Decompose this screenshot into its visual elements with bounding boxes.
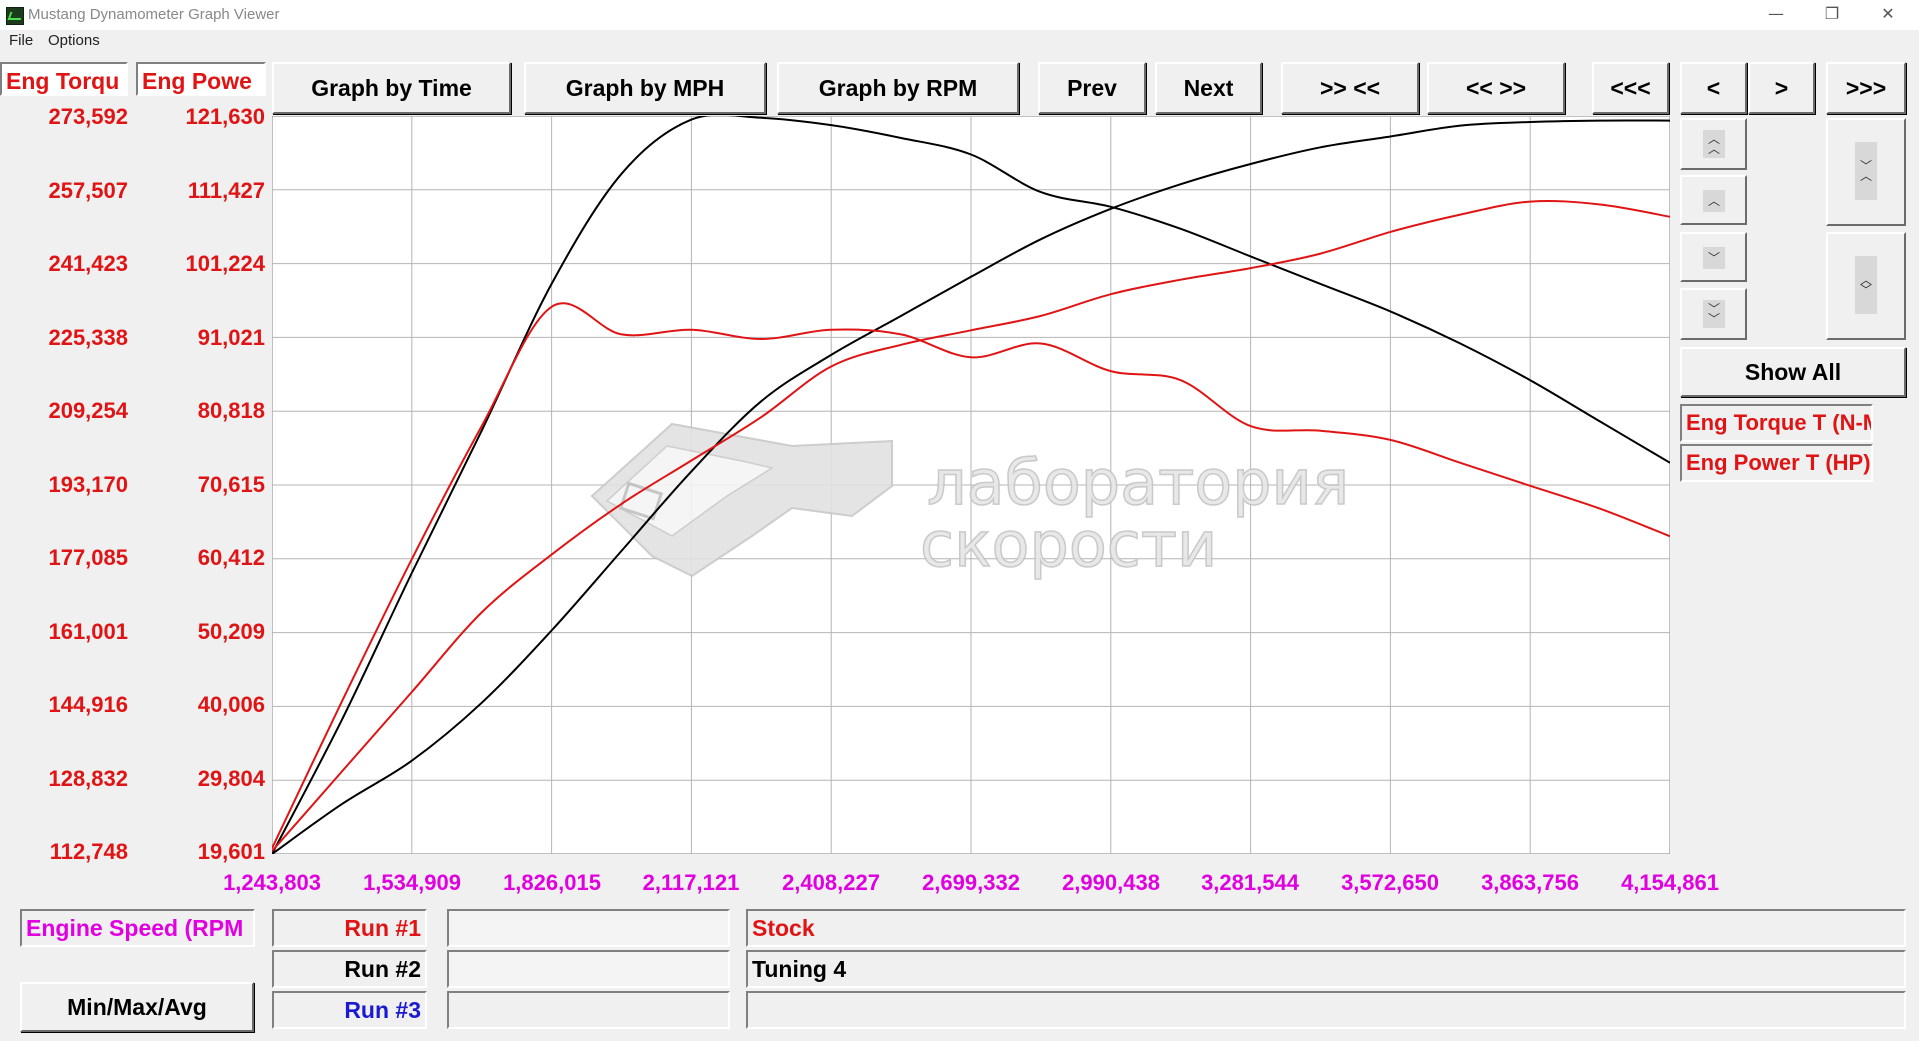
power-tick: 19,601: [197, 839, 265, 864]
torque-tick: 209,254: [48, 398, 128, 423]
run-1-label-text: Run #1: [344, 915, 421, 941]
rpm-tick: 2,408,227: [782, 870, 880, 895]
rpm-tick: 4,154,861: [1621, 870, 1719, 895]
menu-file[interactable]: File: [9, 32, 33, 49]
collapse-vertical-icon: ﹀ ︿: [1855, 142, 1877, 200]
run-2-name: Tuning 4: [752, 956, 847, 982]
legend-power[interactable]: Eng Power T (HP): [1680, 444, 1873, 482]
expand-vertical-icon: ︿ ﹀: [1855, 256, 1877, 314]
run-1-name: Stock: [752, 915, 815, 941]
rpm-tick: 1,243,803: [223, 870, 321, 895]
torque-tick: 241,423: [48, 251, 128, 276]
run-2-label: Run #2: [272, 950, 427, 988]
torque-tick: 144,916: [48, 692, 128, 717]
rpm-tick: 3,863,756: [1481, 870, 1579, 895]
window-title: Mustang Dynamometer Graph Viewer: [28, 6, 280, 23]
rpm-tick: 2,699,332: [922, 870, 1020, 895]
menu-bar: File Options: [0, 30, 1919, 52]
rpm-tick: 3,281,544: [1201, 870, 1299, 895]
run-1-name-field[interactable]: Stock: [746, 909, 1906, 947]
minimize-button[interactable]: —: [1748, 0, 1804, 30]
power-tick: 70,615: [197, 472, 265, 497]
power-tick: 91,021: [197, 325, 265, 350]
run-3-name-field[interactable]: [746, 991, 1906, 1029]
power-tick: 50,209: [197, 619, 265, 644]
scroll-forward-button[interactable]: >: [1748, 62, 1815, 114]
torque-tick: 225,338: [48, 325, 128, 350]
run-2-name-field[interactable]: Tuning 4: [746, 950, 1906, 988]
run-3-label: Run #3: [272, 991, 427, 1029]
zoom-y-in-button[interactable]: ﹀ ︿: [1826, 118, 1906, 226]
close-button[interactable]: ✕: [1860, 0, 1916, 30]
chevron-down-icon: ﹀: [1703, 247, 1725, 269]
graph-by-rpm-button[interactable]: Graph by RPM: [777, 62, 1019, 114]
app-chart-icon: [6, 7, 24, 25]
graph-by-mph-button[interactable]: Graph by MPH: [524, 62, 766, 114]
scroll-first-button[interactable]: <<<: [1592, 62, 1669, 114]
double-chevron-down-icon: ﹀ ﹀: [1703, 300, 1725, 328]
run-1-file-field[interactable]: [447, 909, 730, 947]
torque-tick: 257,507: [48, 178, 128, 203]
zoom-in-button[interactable]: >> <<: [1281, 62, 1419, 114]
run-3-label-text: Run #3: [344, 997, 421, 1023]
run-3-file-field[interactable]: [447, 991, 730, 1029]
scroll-up-fast-button[interactable]: ︿ ︿: [1680, 118, 1747, 170]
scroll-up-button[interactable]: ︿: [1680, 175, 1747, 225]
power-tick: 80,818: [197, 398, 265, 423]
next-button[interactable]: Next: [1155, 62, 1262, 114]
dyno-graph[interactable]: лаборатория скорости: [272, 116, 1670, 854]
menu-options[interactable]: Options: [48, 32, 100, 49]
restore-button[interactable]: ❐: [1804, 0, 1860, 30]
min-max-avg-button[interactable]: Min/Max/Avg: [20, 982, 254, 1032]
power-tick: 121,630: [185, 104, 265, 129]
double-chevron-up-icon: ︿ ︿: [1703, 130, 1725, 158]
power-tick: 29,804: [197, 766, 265, 791]
torque-axis-header[interactable]: Eng Torqu: [0, 62, 128, 96]
torque-tick: 161,001: [48, 619, 128, 644]
power-tick: 60,412: [197, 545, 265, 570]
chevron-up-icon: ︿: [1703, 190, 1725, 212]
run-2-file-field[interactable]: [447, 950, 730, 988]
power-tick: 111,427: [187, 178, 265, 203]
rpm-tick: 2,990,438: [1062, 870, 1160, 895]
power-tick: 101,224: [185, 251, 265, 276]
torque-tick: 112,748: [49, 839, 128, 864]
zoom-y-out-button[interactable]: ︿ ﹀: [1826, 232, 1906, 340]
torque-tick: 128,832: [48, 766, 128, 791]
run-1-label: Run #1: [272, 909, 427, 947]
rpm-tick: 3,572,650: [1341, 870, 1439, 895]
show-all-button[interactable]: Show All: [1680, 347, 1906, 397]
graph-by-time-button[interactable]: Graph by Time: [272, 62, 511, 114]
title-bar: Mustang Dynamometer Graph Viewer — ❐ ✕: [0, 0, 1919, 30]
prev-button[interactable]: Prev: [1038, 62, 1146, 114]
rpm-tick: 2,117,121: [642, 870, 740, 895]
torque-tick: 273,592: [48, 104, 128, 129]
rpm-tick: 1,534,909: [363, 870, 461, 895]
legend-torque[interactable]: Eng Torque T (N-M: [1680, 404, 1873, 442]
scroll-down-button[interactable]: ﹀: [1680, 232, 1747, 282]
x-axis-selector[interactable]: Engine Speed (RPM: [20, 909, 255, 947]
torque-tick: 177,085: [48, 545, 128, 570]
rpm-tick: 1,826,015: [503, 870, 601, 895]
run-2-label-text: Run #2: [344, 956, 421, 982]
zoom-out-button[interactable]: << >>: [1427, 62, 1565, 114]
power-tick: 40,006: [197, 692, 265, 717]
power-axis-header[interactable]: Eng Powe: [136, 62, 266, 96]
scroll-last-button[interactable]: >>>: [1826, 62, 1906, 114]
watermark-line2: скорости: [920, 508, 1217, 581]
scroll-down-fast-button[interactable]: ﹀ ﹀: [1680, 288, 1747, 340]
scroll-back-button[interactable]: <: [1680, 62, 1747, 114]
torque-tick: 193,170: [48, 472, 128, 497]
